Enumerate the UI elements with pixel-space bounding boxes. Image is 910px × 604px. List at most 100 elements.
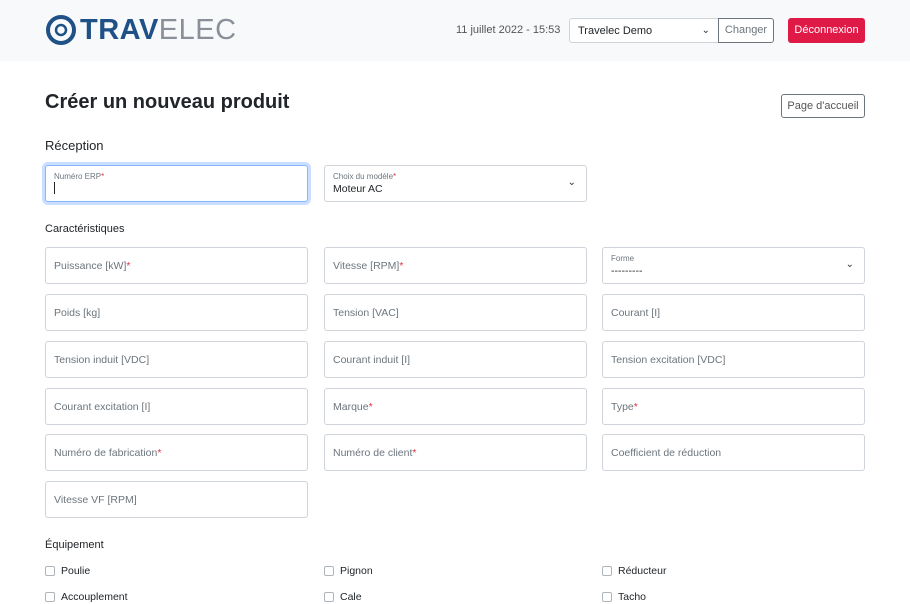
section-heading-equipment: Équipement — [45, 539, 104, 551]
required-mark: * — [633, 401, 638, 413]
required-mark: * — [157, 447, 162, 459]
home-page-button[interactable]: Page d'accueil — [781, 94, 865, 118]
checkbox-label: Pignon — [340, 565, 373, 577]
page-title: Créer un nouveau produit — [45, 91, 290, 113]
field-placeholder-text: Tension [VAC] — [333, 307, 399, 319]
field-placeholder: Courant induit [I] — [333, 354, 410, 366]
model-select-label-text: Choix du modèle — [333, 172, 394, 181]
field-placeholder-text: Numéro de client — [333, 447, 413, 459]
input-marque[interactable]: Marque* — [324, 388, 587, 425]
required-mark: * — [368, 401, 373, 413]
checkbox-pignon[interactable]: Pignon — [324, 564, 373, 578]
logo-text: TRAVELEC — [80, 14, 237, 46]
input-type[interactable]: Type* — [602, 388, 865, 425]
field-placeholder: Vitesse [RPM]* — [333, 260, 403, 272]
text-cursor — [54, 182, 55, 194]
checkbox-box[interactable] — [45, 592, 55, 602]
field-placeholder-text: Marque — [333, 401, 369, 413]
checkbox-label: Poulie — [61, 565, 91, 577]
change-company-button[interactable]: Changer — [718, 18, 774, 43]
required-mark: * — [126, 260, 131, 272]
logo-text-secondary: ELEC — [158, 14, 237, 46]
field-placeholder-text: Courant [I] — [611, 307, 661, 319]
input-puissance-kw[interactable]: Puissance [kW]* — [45, 247, 308, 284]
input-poids-kg[interactable]: Poids [kg] — [45, 294, 308, 331]
field-placeholder-text: Type — [611, 401, 634, 413]
travelec-logo-icon — [46, 15, 76, 45]
field-placeholder: Puissance [kW]* — [54, 260, 130, 272]
checkbox-cale[interactable]: Cale — [324, 590, 362, 604]
input-courant-i[interactable]: Courant [I] — [602, 294, 865, 331]
field-label: Forme — [611, 254, 635, 263]
field-placeholder: Poids [kg] — [54, 307, 100, 319]
chevron-down-icon: ⌄ — [567, 177, 576, 188]
required-mark: * — [101, 172, 105, 181]
checkbox-box[interactable] — [324, 592, 334, 602]
model-select[interactable]: Choix du modèle* Moteur AC ⌄ — [324, 165, 587, 202]
field-placeholder-text: Puissance [kW] — [54, 260, 127, 272]
field-placeholder-text: Courant induit [I] — [333, 354, 411, 366]
logo-text-primary: TRAV — [80, 14, 159, 46]
field-placeholder: Numéro de client* — [333, 447, 416, 459]
required-mark: * — [393, 172, 397, 181]
field-placeholder-text: Tension excitation [VDC] — [611, 354, 726, 366]
input-vitesse-vf-rpm[interactable]: Vitesse VF [RPM] — [45, 481, 308, 518]
company-select-value: Travelec Demo — [578, 25, 653, 37]
input-numero-de-fabrication[interactable]: Numéro de fabrication* — [45, 434, 308, 471]
current-datetime: 11 juillet 2022 - 15:53 — [456, 24, 561, 36]
field-placeholder-text: Courant excitation [I] — [54, 401, 151, 413]
field-placeholder-text: Vitesse VF [RPM] — [54, 494, 137, 506]
field-placeholder: Tension excitation [VDC] — [611, 354, 725, 366]
checkbox-accouplement[interactable]: Accouplement — [45, 590, 128, 604]
required-mark: * — [412, 447, 417, 459]
input-vitesse-rpm[interactable]: Vitesse [RPM]* — [324, 247, 587, 284]
field-placeholder: Numéro de fabrication* — [54, 447, 161, 459]
field-placeholder: Coefficient de réduction — [611, 447, 721, 459]
logout-button[interactable]: Déconnexion — [788, 18, 865, 43]
section-heading-reception: Réception — [45, 138, 104, 153]
field-placeholder: Courant excitation [I] — [54, 401, 150, 413]
checkbox-label: Cale — [340, 591, 362, 603]
input-tension-vac[interactable]: Tension [VAC] — [324, 294, 587, 331]
field-placeholder: Tension [VAC] — [333, 307, 399, 319]
input-courant-excitation-i[interactable]: Courant excitation [I] — [45, 388, 308, 425]
input-coefficient-de-reduction[interactable]: Coefficient de réduction — [602, 434, 865, 471]
erp-number-label: Numéro ERP* — [54, 172, 104, 181]
chevron-down-icon: ⌄ — [701, 25, 710, 36]
field-placeholder: Marque* — [333, 401, 373, 413]
field-placeholder-text: Poids [kg] — [54, 307, 101, 319]
checkbox-label: Réducteur — [618, 565, 667, 577]
model-select-label: Choix du modèle* — [333, 172, 396, 181]
erp-number-input[interactable]: Numéro ERP* — [45, 165, 308, 202]
field-placeholder: Courant [I] — [611, 307, 660, 319]
company-select[interactable]: Travelec Demo ⌄ — [569, 18, 719, 43]
checkbox-poulie[interactable]: Poulie — [45, 564, 90, 578]
input-numero-de-client[interactable]: Numéro de client* — [324, 434, 587, 471]
field-placeholder-text: Numéro de fabrication — [54, 447, 158, 459]
checkbox-label: Tacho — [618, 591, 647, 603]
model-select-value: Moteur AC — [333, 183, 383, 195]
field-placeholder-text: Tension induit [VDC] — [54, 354, 150, 366]
erp-number-label-text: Numéro ERP — [54, 172, 102, 181]
required-mark: * — [399, 260, 404, 272]
input-tension-excitation-vdc[interactable]: Tension excitation [VDC] — [602, 341, 865, 378]
field-placeholder: Tension induit [VDC] — [54, 354, 149, 366]
field-placeholder-text: Coefficient de réduction — [611, 447, 722, 459]
select-forme[interactable]: Forme --------- ⌄ — [602, 247, 865, 284]
field-placeholder: Vitesse VF [RPM] — [54, 494, 137, 506]
checkbox-box[interactable] — [324, 566, 334, 576]
travelec-logo[interactable]: TRAVELEC — [45, 14, 237, 46]
checkbox-reducteur[interactable]: Réducteur — [602, 564, 666, 578]
chevron-down-icon: ⌄ — [845, 259, 854, 270]
top-navbar: TRAVELEC 11 juillet 2022 - 15:53 Travele… — [0, 0, 910, 61]
checkbox-tacho[interactable]: Tacho — [602, 590, 646, 604]
checkbox-label: Accouplement — [61, 591, 128, 603]
select-value: --------- — [611, 265, 643, 277]
input-courant-induit-i[interactable]: Courant induit [I] — [324, 341, 587, 378]
field-placeholder-text: Vitesse [RPM] — [333, 260, 400, 272]
section-heading-characteristics: Caractéristiques — [45, 223, 125, 235]
checkbox-box[interactable] — [45, 566, 55, 576]
input-tension-induit-vdc[interactable]: Tension induit [VDC] — [45, 341, 308, 378]
checkbox-box[interactable] — [602, 592, 612, 602]
checkbox-box[interactable] — [602, 566, 612, 576]
